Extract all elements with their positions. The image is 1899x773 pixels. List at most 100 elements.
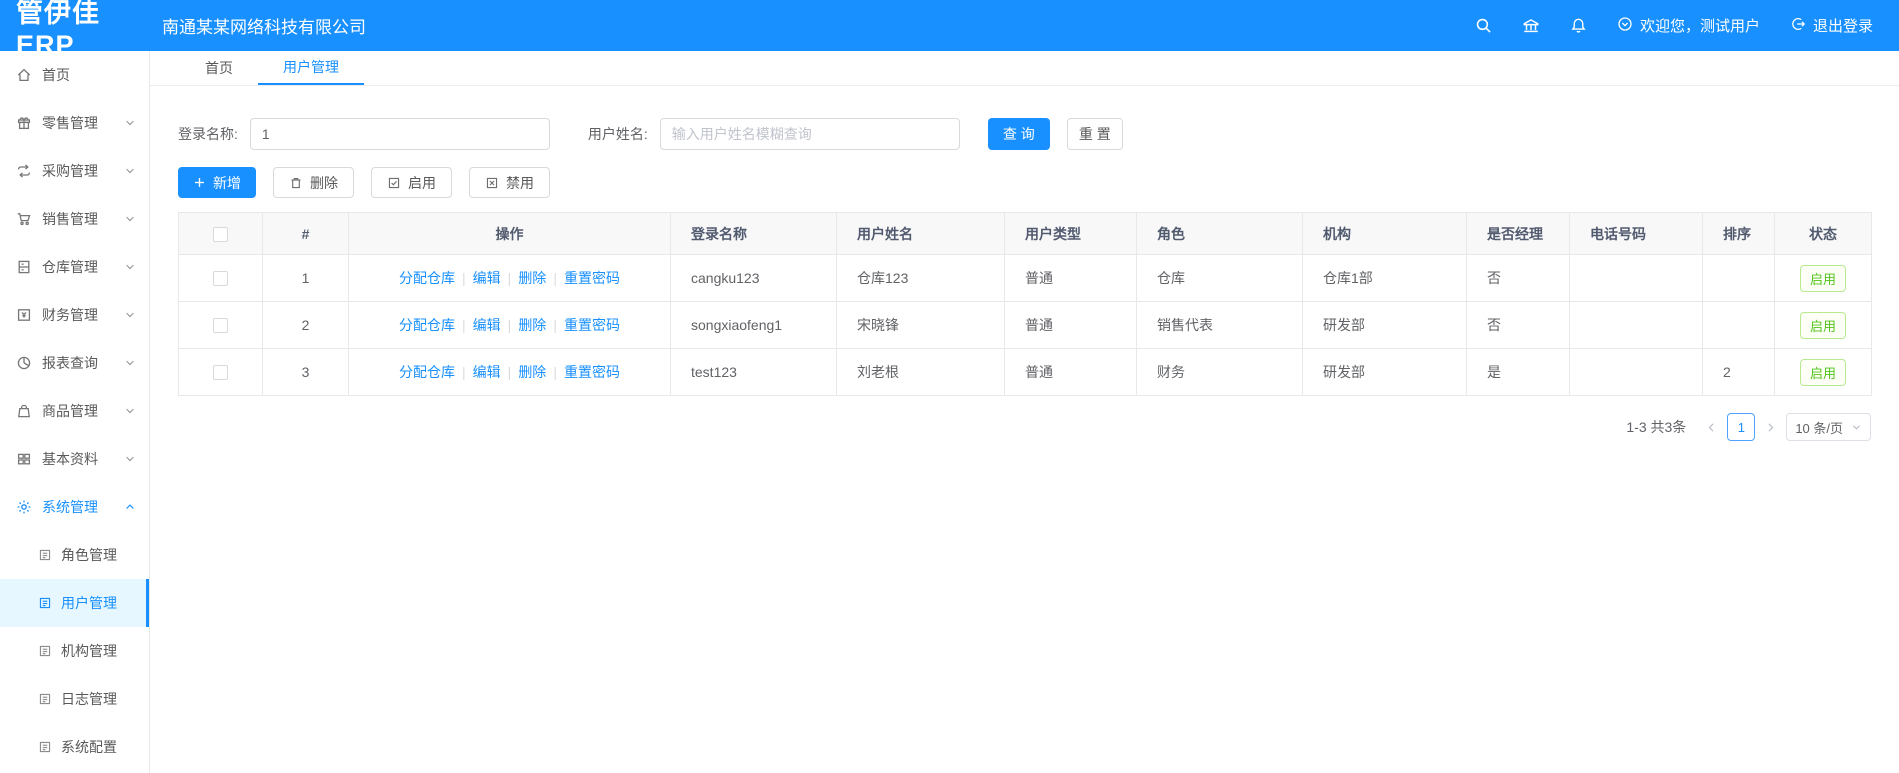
cell-sort <box>1702 254 1775 302</box>
sidebar-item-label: 系统管理 <box>42 499 98 515</box>
tabbar: 首页 用户管理 <box>150 51 1899 86</box>
assign-warehouse-link[interactable]: 分配仓库 <box>399 270 455 286</box>
sidebar-item-finance[interactable]: 财务管理 <box>0 291 149 339</box>
next-page-icon[interactable] <box>1764 421 1777 434</box>
query-button[interactable]: 查 询 <box>987 118 1050 150</box>
content-panel: 登录名称: 用户姓名: 查 询 重 置 新增 删除 启用 <box>150 86 1899 441</box>
doc-icon <box>39 693 51 705</box>
cell-org: 研发部 <box>1302 348 1467 396</box>
sidebar-item-purchase[interactable]: 采购管理 <box>0 147 149 195</box>
row-checkbox[interactable] <box>213 271 228 287</box>
page-number-button[interactable]: 1 <box>1727 413 1756 441</box>
user-menu[interactable]: 欢迎您，测试用户 <box>1617 15 1760 36</box>
sidebar-item-system[interactable]: 系统管理 <box>0 483 149 531</box>
page-size-select[interactable]: 10 条/页 <box>1786 413 1871 441</box>
cell-operations: 分配仓库 | 编辑 | 删除 | 重置密码 <box>348 254 671 302</box>
edit-link[interactable]: 编辑 <box>473 270 501 286</box>
col-type: 用户类型 <box>1004 212 1137 255</box>
delete-link[interactable]: 删除 <box>518 270 546 286</box>
sidebar-item-sales[interactable]: 销售管理 <box>0 195 149 243</box>
doc-icon <box>39 597 51 609</box>
trash-icon <box>291 177 301 188</box>
sidebar-item-label: 商品管理 <box>42 403 98 419</box>
basic-icon <box>17 453 31 465</box>
sidebar-subitem-logs[interactable]: 日志管理 <box>0 675 149 723</box>
cell-phone <box>1569 301 1703 349</box>
sidebar-subitem-label: 机构管理 <box>61 643 117 659</box>
purchase-icon <box>17 164 31 178</box>
assign-warehouse-link[interactable]: 分配仓库 <box>399 364 455 380</box>
cell-phone <box>1569 348 1703 396</box>
sidebar-item-goods[interactable]: 商品管理 <box>0 387 149 435</box>
status-badge[interactable]: 启用 <box>1799 264 1846 292</box>
logout-button[interactable]: 退出登录 <box>1790 15 1873 36</box>
reset-password-link[interactable]: 重置密码 <box>564 270 620 286</box>
col-status: 状态 <box>1774 212 1872 255</box>
status-badge[interactable]: 启用 <box>1799 358 1846 386</box>
sidebar-item-reports[interactable]: 报表查询 <box>0 339 149 387</box>
col-name: 用户姓名 <box>836 212 1005 255</box>
reset-button[interactable]: 重 置 <box>1066 118 1123 150</box>
sidebar-item-label: 仓库管理 <box>42 259 98 275</box>
chevron-down-icon <box>124 213 136 225</box>
sidebar-subitem-config[interactable]: 系统配置 <box>0 723 149 771</box>
sidebar-item-basic[interactable]: 基本资料 <box>0 435 149 483</box>
cell-manager: 是 <box>1466 348 1570 396</box>
prev-page-icon[interactable] <box>1705 421 1718 434</box>
doc-icon <box>39 549 51 561</box>
select-all-checkbox[interactable] <box>213 226 228 242</box>
sidebar-subitem-roles[interactable]: 角色管理 <box>0 531 149 579</box>
chevron-down-icon <box>124 117 136 129</box>
bank-icon[interactable] <box>1522 17 1540 35</box>
finance-icon <box>17 309 31 321</box>
chevron-down-icon <box>124 357 136 369</box>
col-role: 角色 <box>1136 212 1303 255</box>
edit-link[interactable]: 编辑 <box>473 317 501 333</box>
plus-icon <box>195 178 204 187</box>
cell-manager: 否 <box>1466 301 1570 349</box>
sidebar-item-label: 销售管理 <box>42 211 98 227</box>
delete-link[interactable]: 删除 <box>518 317 546 333</box>
system-icon <box>17 500 31 514</box>
user-name-input[interactable] <box>659 118 960 150</box>
chevron-down-icon <box>124 309 136 321</box>
cell-operations: 分配仓库 | 编辑 | 删除 | 重置密码 <box>348 348 671 396</box>
search-form: 登录名称: 用户姓名: 查 询 重 置 <box>178 118 1871 150</box>
sidebar-subitem-orgs[interactable]: 机构管理 <box>0 627 149 675</box>
row-checkbox[interactable] <box>213 365 228 381</box>
bell-icon[interactable] <box>1570 17 1587 34</box>
reset-password-link[interactable]: 重置密码 <box>564 317 620 333</box>
search-icon[interactable] <box>1475 17 1492 34</box>
tab-user-management[interactable]: 用户管理 <box>258 51 364 85</box>
edit-link[interactable]: 编辑 <box>473 364 501 380</box>
cell-index: 2 <box>262 301 349 349</box>
cell-index: 1 <box>262 254 349 302</box>
status-badge[interactable]: 启用 <box>1799 311 1846 339</box>
sidebar-item-retail[interactable]: 零售管理 <box>0 99 149 147</box>
col-index: # <box>262 212 349 255</box>
add-button[interactable]: 新增 <box>178 167 256 198</box>
row-checkbox[interactable] <box>213 318 228 334</box>
reset-password-link[interactable]: 重置密码 <box>564 364 620 380</box>
cell-operations: 分配仓库 | 编辑 | 删除 | 重置密码 <box>348 301 671 349</box>
assign-warehouse-link[interactable]: 分配仓库 <box>399 317 455 333</box>
cell-type: 普通 <box>1004 254 1137 302</box>
delete-button[interactable]: 删除 <box>273 167 354 198</box>
tab-home[interactable]: 首页 <box>180 51 258 85</box>
disable-button[interactable]: 禁用 <box>469 167 550 198</box>
col-operations: 操作 <box>348 212 671 255</box>
cell-manager: 否 <box>1466 254 1570 302</box>
delete-link[interactable]: 删除 <box>518 364 546 380</box>
sidebar-item-warehouse[interactable]: 仓库管理 <box>0 243 149 291</box>
table-row: 3 分配仓库 | 编辑 | 删除 | 重置密码 test123 刘老根 普通 财务 研发部 … <box>178 348 1872 396</box>
sidebar-item-label: 基本资料 <box>42 451 98 467</box>
sidebar-subitem-users[interactable]: 用户管理 <box>0 579 149 627</box>
cell-name: 宋晓锋 <box>836 301 1005 349</box>
sidebar-item-home[interactable]: 首页 <box>0 51 149 99</box>
sidebar: 首页 零售管理 采购管理 销售管理 仓库管理 财务管理 报表查询 商品管理 基本… <box>0 51 150 773</box>
sidebar-subitem-label: 用户管理 <box>61 595 117 611</box>
warehouse-icon <box>18 260 30 274</box>
login-name-input[interactable] <box>249 118 550 150</box>
chevron-down-icon <box>1853 424 1860 430</box>
enable-button[interactable]: 启用 <box>371 167 452 198</box>
